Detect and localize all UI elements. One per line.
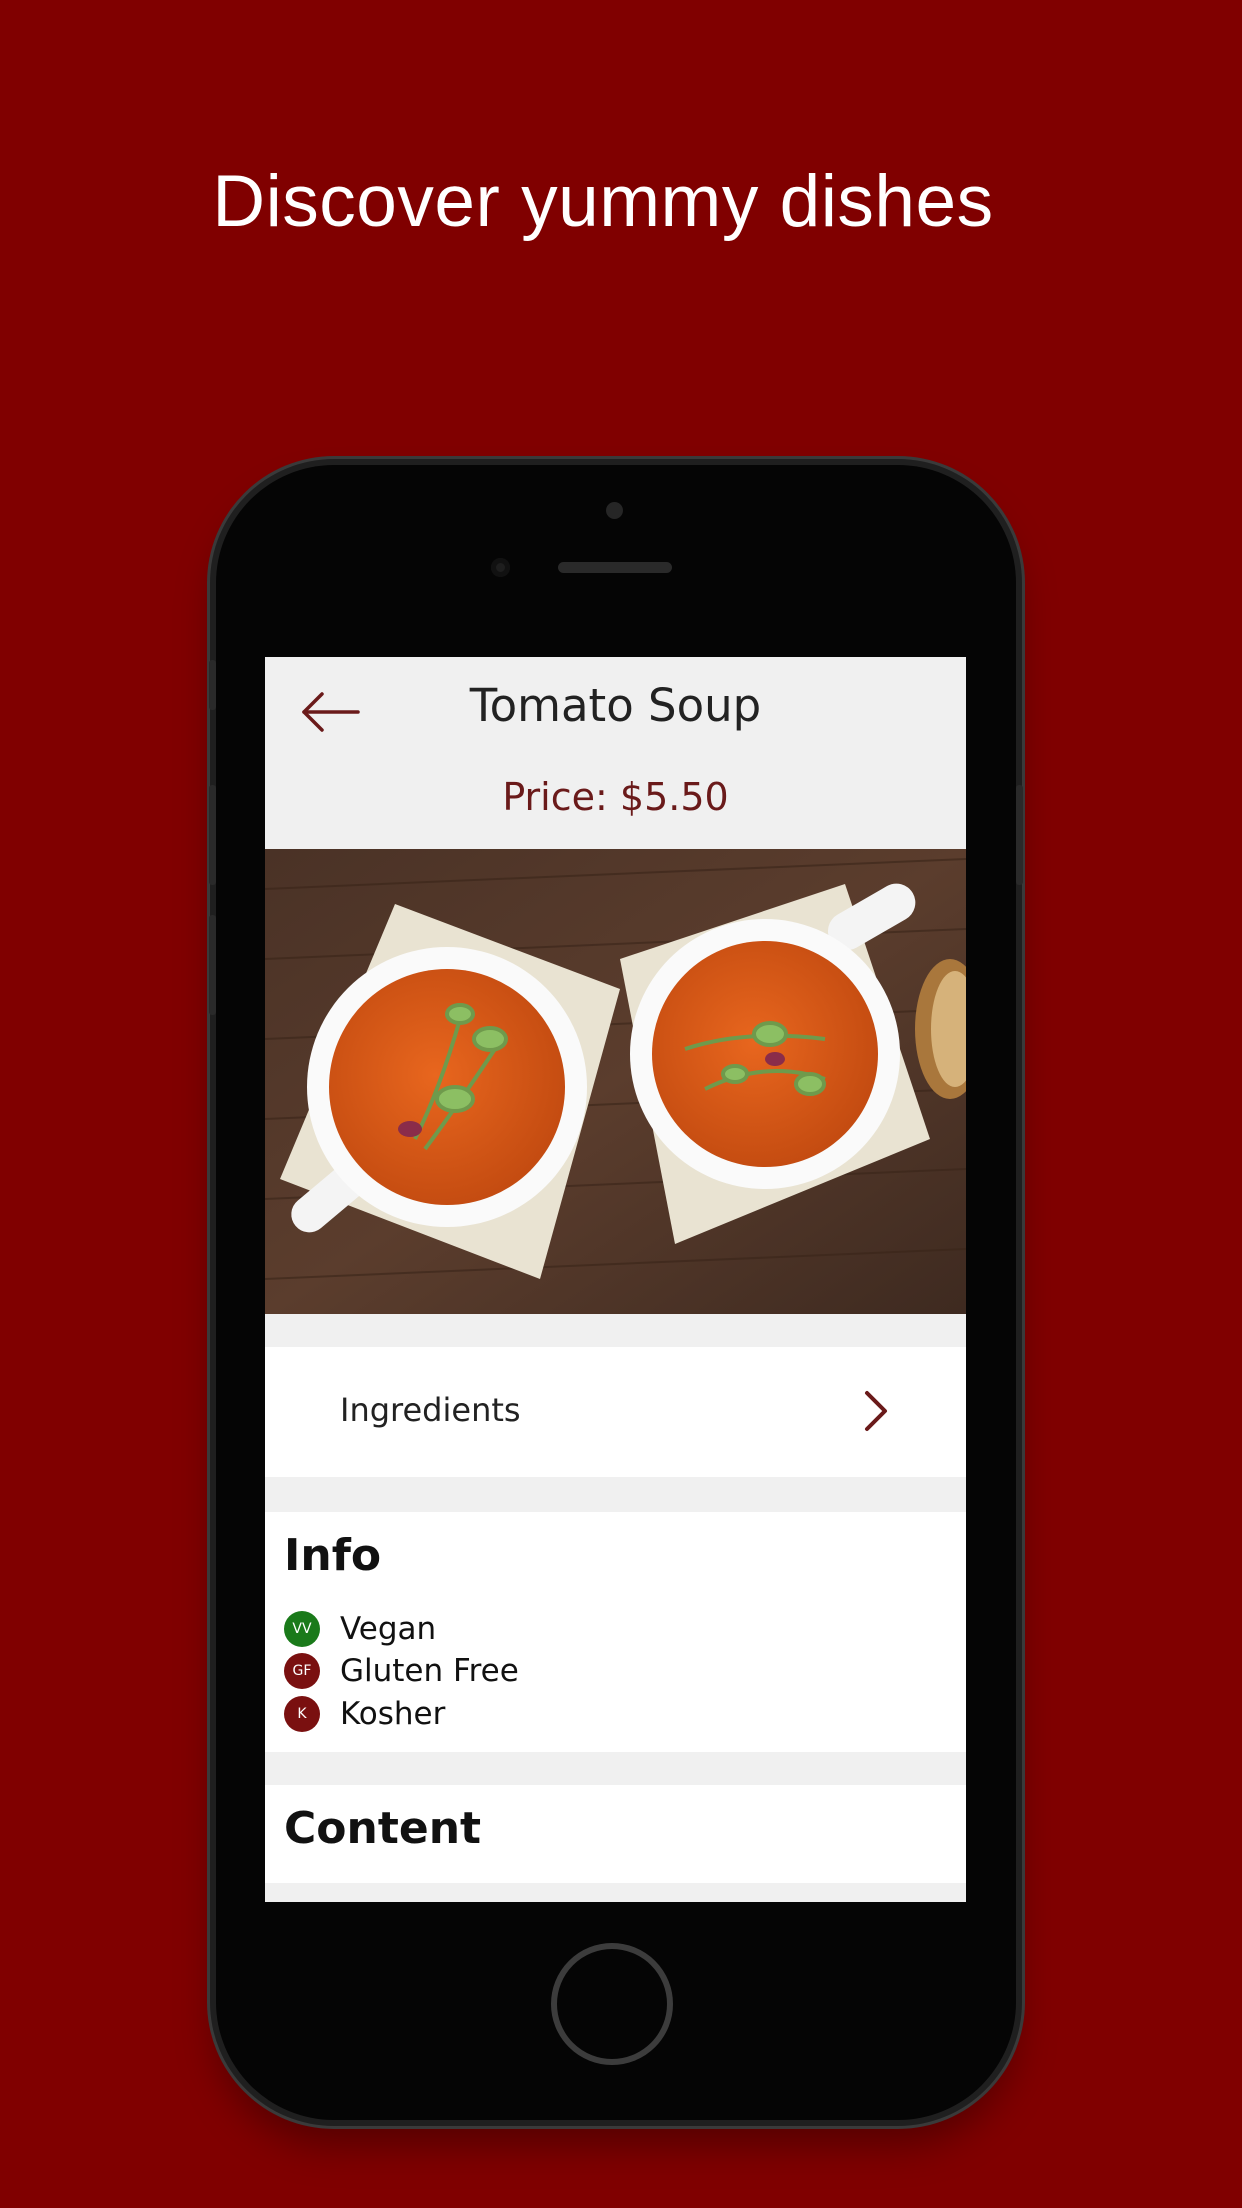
dish-price: Price: $5.50	[502, 775, 729, 819]
ingredients-label: Ingredients	[340, 1391, 521, 1429]
kosher-badge-icon: K	[284, 1696, 320, 1732]
vegan-badge-icon: VV	[284, 1611, 320, 1647]
tag-gluten-free: GF Gluten Free	[284, 1651, 519, 1691]
ingredients-row[interactable]: Ingredients	[265, 1347, 966, 1477]
tag-label: Kosher	[340, 1696, 446, 1732]
home-button[interactable]	[551, 1943, 673, 2065]
dish-photo	[265, 849, 966, 1314]
power-button	[1016, 785, 1023, 885]
dish-title: Tomato Soup	[469, 679, 762, 732]
tag-kosher: K Kosher	[284, 1694, 445, 1734]
proximity-sensor	[606, 502, 623, 519]
volume-down-button	[209, 915, 216, 1015]
tag-vegan: VV Vegan	[284, 1609, 436, 1649]
content-card: Content	[265, 1785, 966, 1883]
info-heading: Info	[284, 1530, 382, 1581]
front-camera	[491, 558, 510, 577]
mute-switch	[209, 660, 216, 710]
headline: Discover yummy dishes	[212, 161, 994, 242]
tag-label: Gluten Free	[340, 1653, 519, 1689]
tag-label: Vegan	[340, 1611, 437, 1647]
nav-header: Tomato Soup Price: $5.50	[265, 657, 966, 847]
app-screen: Tomato Soup Price: $5.50 Ingredients Inf…	[265, 657, 966, 1902]
earpiece-speaker	[558, 562, 672, 573]
info-card: Info VV Vegan GF Gluten Free K Kosher	[265, 1512, 966, 1752]
gluten-free-badge-icon: GF	[284, 1653, 320, 1689]
chevron-right-icon	[865, 1391, 887, 1431]
volume-up-button	[209, 785, 216, 885]
content-heading: Content	[284, 1803, 482, 1854]
